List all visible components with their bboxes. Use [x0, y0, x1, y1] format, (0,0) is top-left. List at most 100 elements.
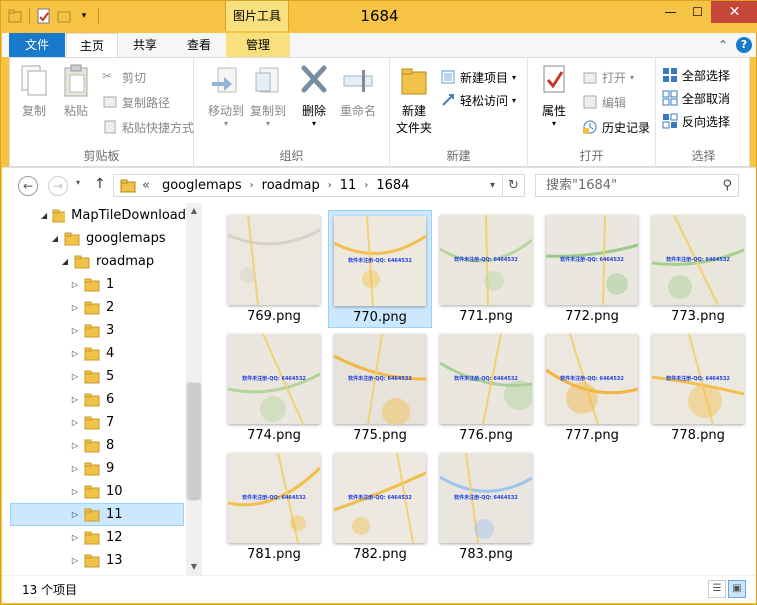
- properties-button[interactable]: 属性 ▾: [538, 64, 570, 128]
- navigation-scrollbar[interactable]: ▲ ▼: [186, 203, 202, 575]
- collapsed-arrow-icon[interactable]: ▷: [70, 349, 80, 358]
- tab-file[interactable]: 文件: [9, 33, 65, 57]
- tree-item[interactable]: ▷ 12: [2, 526, 186, 549]
- tree-item[interactable]: ▷ 13: [2, 549, 186, 572]
- breadcrumb-separator-icon[interactable]: ›: [248, 180, 256, 191]
- file-tile[interactable]: 软件未注册-QQ: 6464532 774.png: [222, 329, 326, 447]
- tree-item[interactable]: ▷ 6: [2, 388, 186, 411]
- details-view-icon[interactable]: ☰: [708, 580, 726, 598]
- collapsed-arrow-icon[interactable]: ▷: [70, 280, 80, 289]
- delete-button[interactable]: 删除 ▾: [298, 64, 330, 128]
- copy-to-button[interactable]: 复制到 ▾: [250, 64, 286, 128]
- scroll-thumb[interactable]: [188, 383, 200, 498]
- collapsed-arrow-icon[interactable]: ▷: [70, 441, 80, 450]
- tree-item[interactable]: ▷ 2: [2, 296, 186, 319]
- copy-button[interactable]: 复制: [18, 64, 50, 119]
- large-icons-view-icon[interactable]: ▣: [728, 580, 746, 598]
- tab-manage[interactable]: 管理: [226, 33, 290, 57]
- new-folder-icon[interactable]: [56, 7, 72, 25]
- breadcrumb-googlemaps[interactable]: googlemaps: [156, 178, 248, 193]
- invert-selection-button[interactable]: 反向选择: [662, 110, 730, 132]
- tree-item[interactable]: ▷ 5: [2, 365, 186, 388]
- tree-item[interactable]: ◢ MapTileDownload: [2, 204, 186, 227]
- expanded-arrow-icon[interactable]: ◢: [50, 234, 60, 243]
- file-tile[interactable]: 软件未注册-QQ: 6464532 772.png: [540, 210, 644, 328]
- breadcrumb-separator-icon[interactable]: ›: [326, 180, 334, 191]
- tree-item[interactable]: ▷ 1: [2, 273, 186, 296]
- properties-icon[interactable]: [36, 7, 52, 25]
- collapse-ribbon-icon[interactable]: ⌃: [718, 38, 728, 52]
- breadcrumb-overflow[interactable]: «: [136, 178, 156, 193]
- easy-access-button[interactable]: 轻松访问 ▾: [440, 89, 516, 111]
- tab-share[interactable]: 共享: [118, 33, 172, 57]
- file-tile[interactable]: 软件未注册-QQ: 6464532 775.png: [328, 329, 432, 447]
- collapsed-arrow-icon[interactable]: ▷: [70, 464, 80, 473]
- maximize-button[interactable]: ☐: [684, 1, 711, 23]
- collapsed-arrow-icon[interactable]: ▷: [70, 487, 80, 496]
- help-button[interactable]: ?: [736, 37, 752, 53]
- file-tile[interactable]: 软件未注册-QQ: 6464532 783.png: [434, 448, 538, 566]
- address-dropdown-icon[interactable]: ▾: [482, 175, 502, 196]
- file-tile[interactable]: 软件未注册-QQ: 6464532 771.png: [434, 210, 538, 328]
- copy-path-button[interactable]: 复制路径: [102, 91, 170, 113]
- refresh-icon[interactable]: ↻: [502, 175, 524, 196]
- select-all-button[interactable]: 全部选择: [662, 64, 730, 86]
- file-tile[interactable]: 软件未注册-QQ: 6464532 781.png: [222, 448, 326, 566]
- tree-item[interactable]: ◢ googlemaps: [2, 227, 186, 250]
- paste-button[interactable]: 粘贴: [60, 64, 92, 119]
- collapsed-arrow-icon[interactable]: ▷: [70, 303, 80, 312]
- scroll-up-icon[interactable]: ▲: [186, 203, 202, 219]
- breadcrumb-1684[interactable]: 1684: [370, 178, 415, 193]
- tab-home[interactable]: 主页: [66, 33, 118, 58]
- collapsed-arrow-icon[interactable]: ▷: [70, 510, 80, 519]
- collapsed-arrow-icon[interactable]: ▷: [70, 556, 80, 565]
- close-button[interactable]: ✕: [711, 1, 757, 23]
- breadcrumb-separator-icon[interactable]: ›: [362, 180, 370, 191]
- collapsed-arrow-icon[interactable]: ▷: [70, 533, 80, 542]
- customize-qat-icon[interactable]: ▾: [76, 7, 92, 25]
- tree-item[interactable]: ◢ roadmap: [2, 250, 186, 273]
- new-folder-button[interactable]: 新建 文件夹: [396, 64, 432, 136]
- folder-icon[interactable]: [7, 7, 23, 25]
- file-tile[interactable]: 769.png: [222, 210, 326, 328]
- collapsed-arrow-icon[interactable]: ▷: [70, 418, 80, 427]
- tree-item[interactable]: ▷ 7: [2, 411, 186, 434]
- tree-item[interactable]: ▷ 10: [2, 480, 186, 503]
- tab-view[interactable]: 查看: [172, 33, 226, 57]
- file-tile[interactable]: 软件未注册-QQ: 6464532 776.png: [434, 329, 538, 447]
- tree-item[interactable]: ▷ 11: [10, 503, 184, 526]
- search-icon[interactable]: ⚲: [722, 175, 732, 196]
- file-tile[interactable]: 软件未注册-QQ: 6464532 777.png: [540, 329, 644, 447]
- tree-item[interactable]: ▷ 3: [2, 319, 186, 342]
- breadcrumb-11[interactable]: 11: [334, 178, 363, 193]
- tree-item[interactable]: ▷ 9: [2, 457, 186, 480]
- scroll-down-icon[interactable]: ▼: [186, 559, 202, 575]
- breadcrumb-roadmap[interactable]: roadmap: [256, 178, 326, 193]
- minimize-button[interactable]: —: [657, 1, 684, 23]
- back-button[interactable]: ←: [18, 176, 38, 196]
- file-tile[interactable]: 软件未注册-QQ: 6464532 782.png: [328, 448, 432, 566]
- expanded-arrow-icon[interactable]: ◢: [60, 257, 70, 266]
- edit-button[interactable]: 编辑: [582, 91, 626, 113]
- collapsed-arrow-icon[interactable]: ▷: [70, 372, 80, 381]
- expanded-arrow-icon[interactable]: ◢: [40, 211, 48, 220]
- move-to-button[interactable]: 移动到 ▾: [208, 64, 244, 128]
- file-tile[interactable]: 软件未注册-QQ: 6464532 773.png: [646, 210, 750, 328]
- tree-item[interactable]: ▷ 4: [2, 342, 186, 365]
- collapsed-arrow-icon[interactable]: ▷: [70, 326, 80, 335]
- history-button[interactable]: 历史记录: [582, 116, 650, 138]
- search-input[interactable]: 搜索"1684" ⚲: [535, 174, 739, 197]
- recent-locations-icon[interactable]: ▾: [76, 178, 80, 187]
- forward-button[interactable]: →: [48, 176, 68, 196]
- file-tile[interactable]: 软件未注册-QQ: 6464532 778.png: [646, 329, 750, 447]
- tree-item[interactable]: ▷ 8: [2, 434, 186, 457]
- open-button[interactable]: 打开 ▾: [582, 66, 634, 88]
- cut-button[interactable]: ✂ 剪切: [102, 66, 146, 88]
- collapsed-arrow-icon[interactable]: ▷: [70, 395, 80, 404]
- file-tile[interactable]: 软件未注册-QQ: 6464532 770.png: [328, 210, 432, 328]
- up-arrow-icon[interactable]: ↑: [94, 176, 106, 192]
- rename-button[interactable]: 重命名: [340, 64, 376, 119]
- paste-shortcut-button[interactable]: 粘贴快捷方式: [102, 116, 194, 138]
- address-bar[interactable]: « googlemaps › roadmap › 11 › 1684 ▾ ↻: [113, 174, 525, 197]
- select-none-button[interactable]: 全部取消: [662, 87, 730, 109]
